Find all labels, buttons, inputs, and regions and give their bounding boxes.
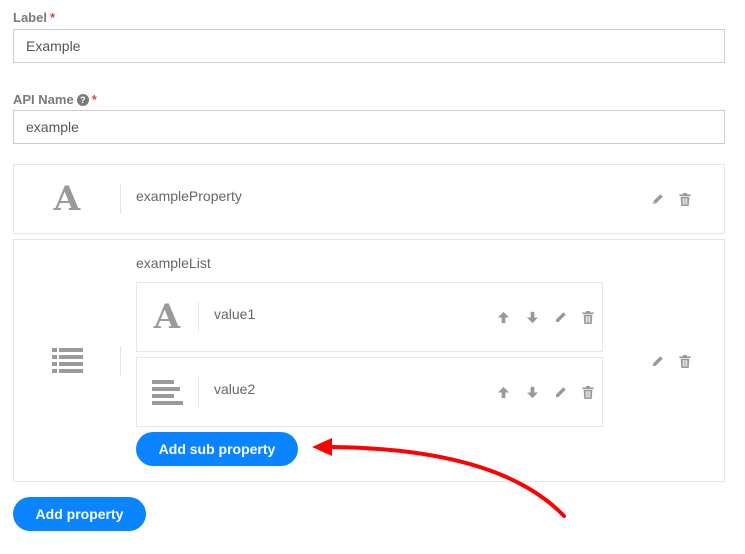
edit-icon[interactable] — [650, 354, 664, 368]
api-name-field-label: API Name ? * — [13, 92, 97, 107]
property-card-examplelist: exampleList A value1 value2 Add sub prop… — [13, 239, 725, 482]
text-type-icon: A — [153, 297, 181, 337]
align-left-icon — [137, 358, 197, 426]
required-marker: * — [49, 10, 56, 25]
arrow-up-icon[interactable] — [496, 385, 510, 399]
edit-icon[interactable] — [553, 385, 567, 399]
arrow-up-icon[interactable] — [496, 310, 510, 324]
label-input[interactable] — [13, 29, 725, 63]
property-card-exampleproperty: A exampleProperty — [13, 164, 725, 234]
trash-icon[interactable] — [581, 385, 595, 399]
arrow-down-icon[interactable] — [525, 385, 539, 399]
list-type-icon — [14, 340, 120, 380]
trash-icon[interactable] — [678, 354, 692, 368]
label-field-label-text: Label — [13, 10, 47, 25]
label-field-label: Label * — [13, 10, 55, 25]
question-circle-icon[interactable]: ? — [76, 93, 89, 106]
property-name: exampleList — [136, 255, 211, 271]
add-property-button[interactable]: Add property — [13, 497, 146, 531]
divider — [120, 184, 121, 214]
required-marker: * — [91, 92, 97, 107]
divider — [198, 377, 199, 407]
api-name-field-label-text: API Name — [13, 92, 74, 107]
divider — [120, 346, 121, 376]
trash-icon[interactable] — [581, 310, 595, 324]
sub-property-name: value2 — [214, 381, 256, 397]
sub-property-card-value2: value2 — [136, 357, 603, 427]
edit-icon[interactable] — [553, 310, 567, 324]
arrow-down-icon[interactable] — [525, 310, 539, 324]
text-type-icon: A — [53, 179, 81, 219]
add-sub-property-button[interactable]: Add sub property — [136, 432, 298, 466]
divider — [198, 302, 199, 332]
api-name-input[interactable] — [13, 110, 725, 144]
property-name: exampleProperty — [136, 188, 242, 204]
trash-icon[interactable] — [678, 192, 692, 206]
sub-property-name: value1 — [214, 306, 256, 322]
sub-property-card-value1: A value1 — [136, 282, 603, 352]
edit-icon[interactable] — [650, 192, 664, 206]
